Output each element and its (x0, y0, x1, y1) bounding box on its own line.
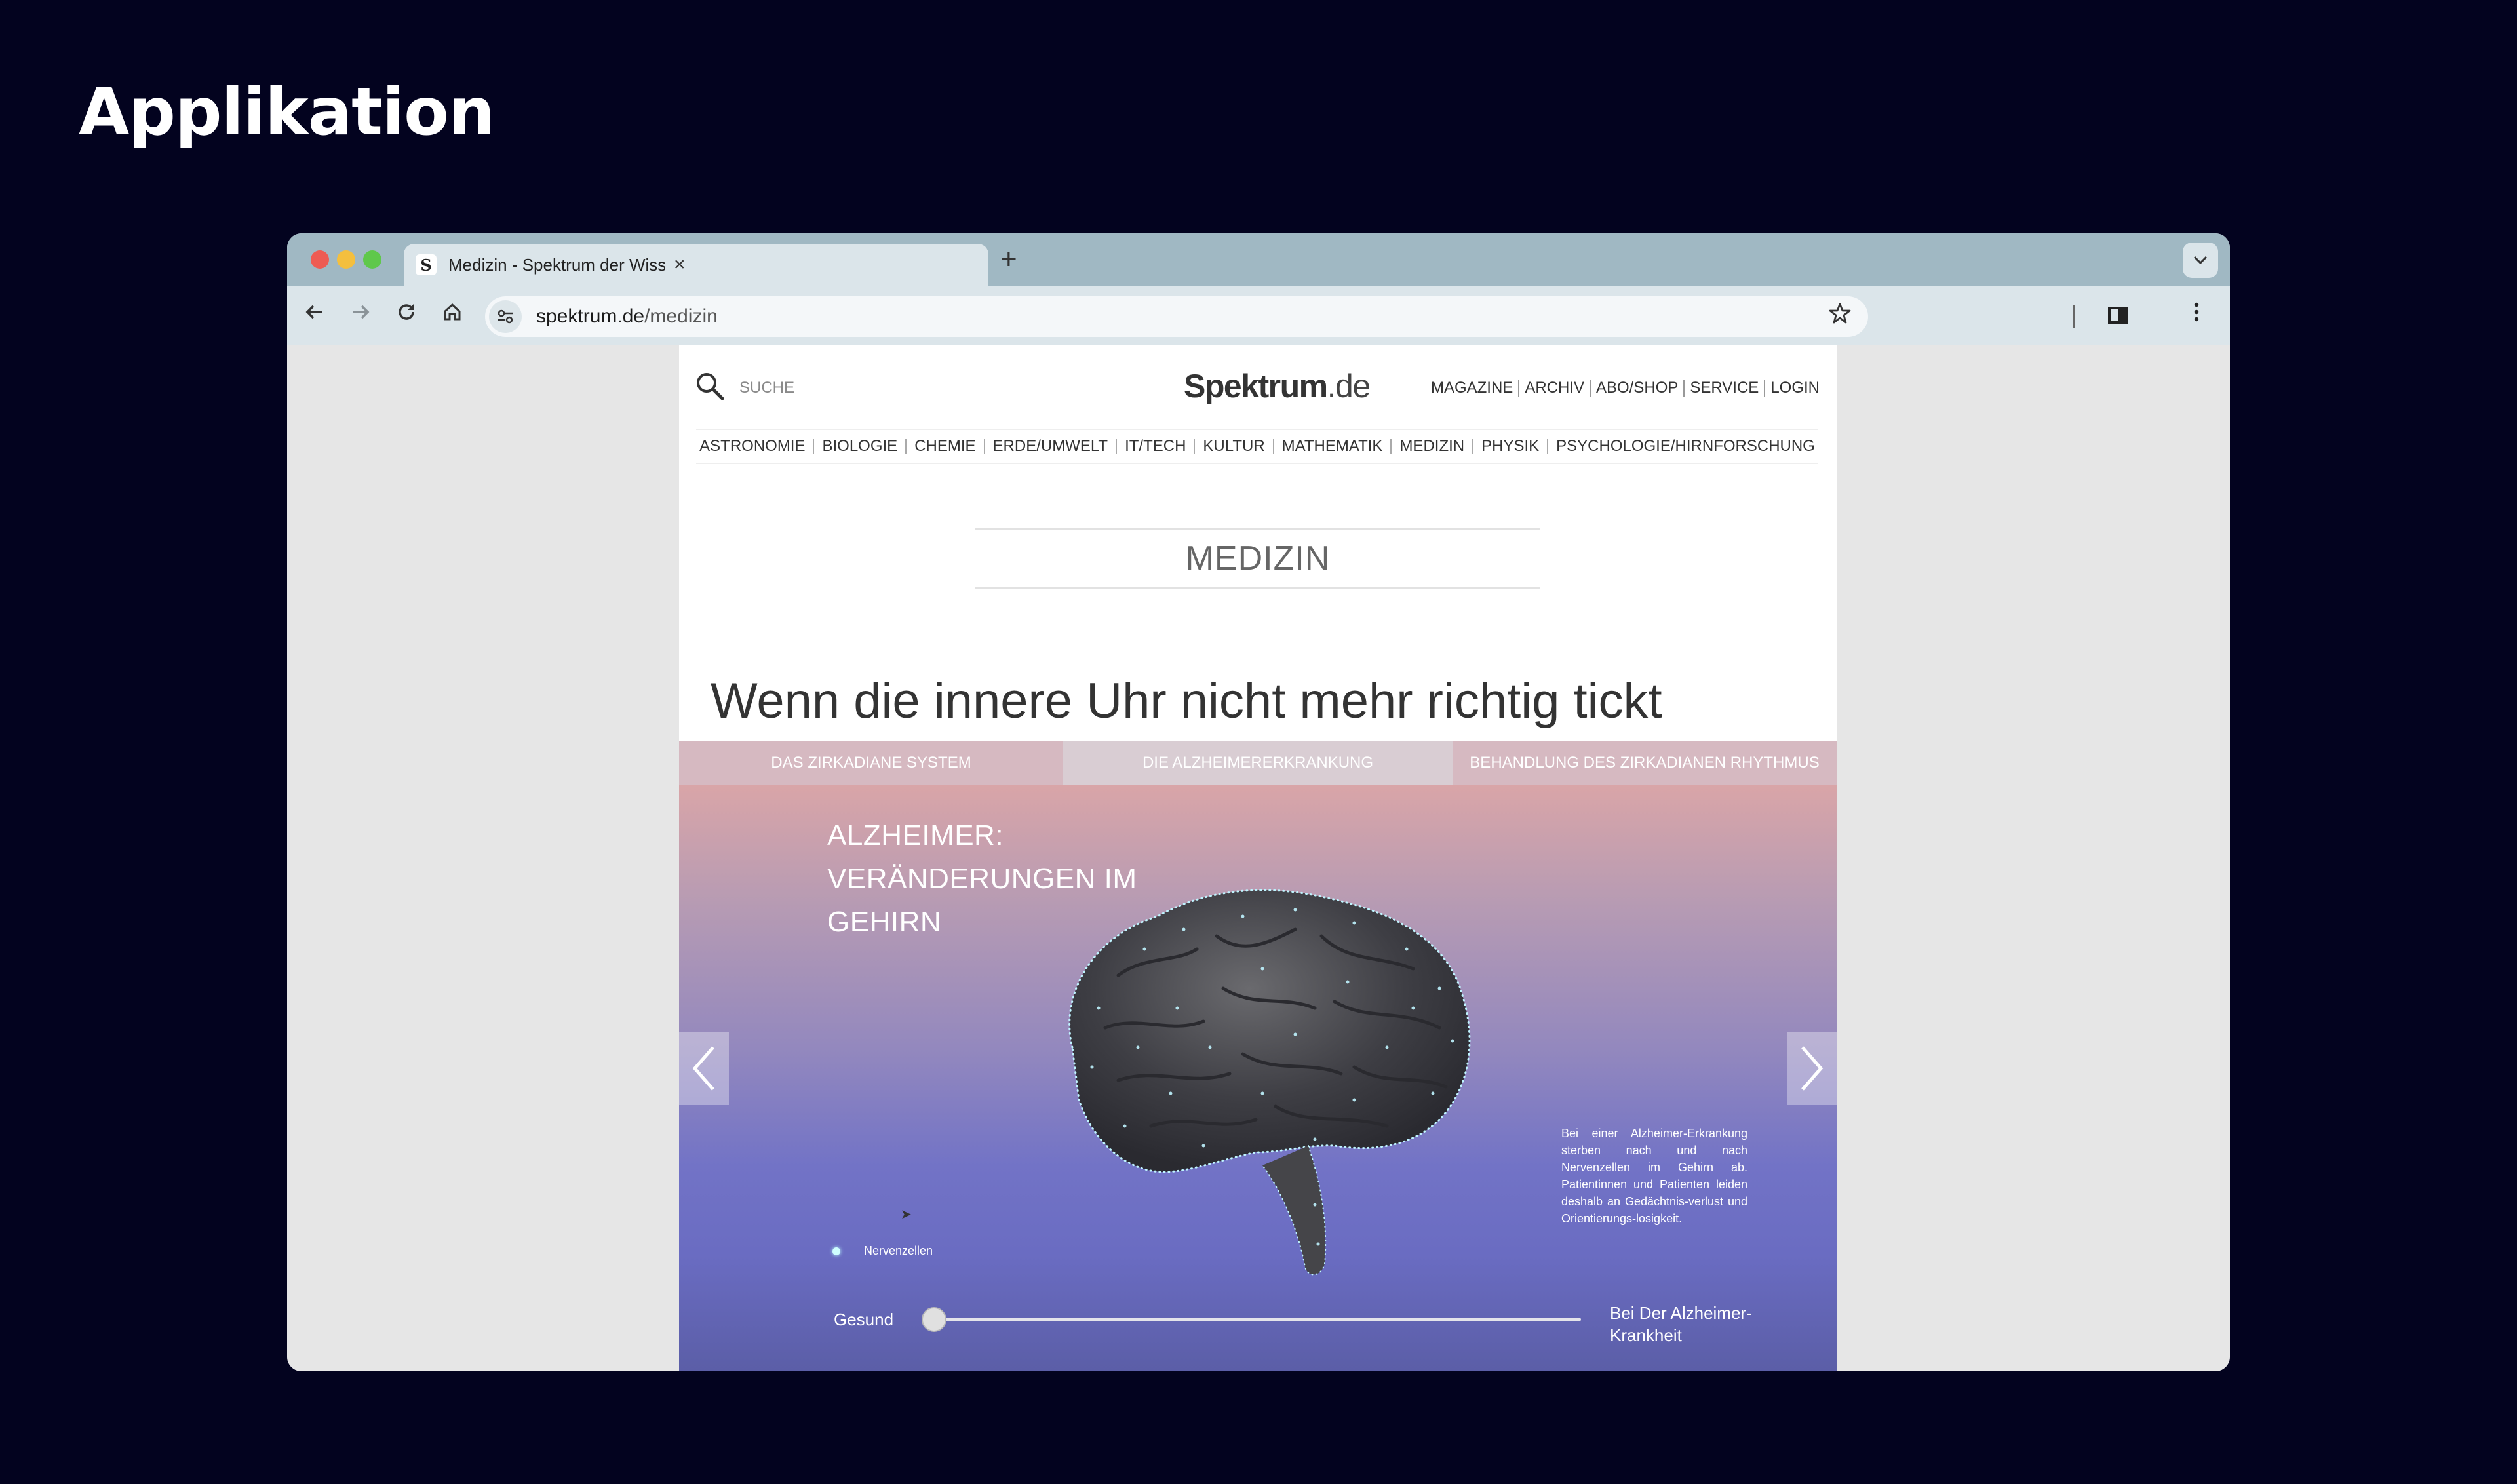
search-input[interactable]: SUCHE (739, 379, 794, 397)
tab-close-button[interactable]: × (674, 254, 686, 276)
slider-handle[interactable] (922, 1307, 946, 1332)
browser-viewport: SUCHE Spektrum.de MAGAZINE ARCHIV ABO/SH… (287, 345, 2230, 1371)
back-button[interactable] (304, 300, 325, 329)
category-kultur[interactable]: KULTUR (1203, 437, 1264, 456)
category-separator (905, 439, 907, 454)
nav-separator (1764, 380, 1766, 397)
neuron-dot-icon (832, 1247, 840, 1255)
disease-progress-slider[interactable] (927, 1318, 1581, 1321)
next-slide-button[interactable] (1787, 1032, 1837, 1105)
category-it-tech[interactable]: IT/TECH (1125, 437, 1186, 456)
category-separator (1472, 439, 1474, 454)
brain-3d-model[interactable] (1046, 877, 1492, 1283)
close-window-button[interactable] (311, 250, 329, 269)
nav-separator (1683, 380, 1685, 397)
category-separator (1194, 439, 1196, 454)
url-path: /medizin (644, 305, 718, 327)
site-info-button[interactable] (489, 300, 522, 333)
browser-menu-button[interactable] (2193, 300, 2200, 329)
top-nav: MAGAZINE ARCHIV ABO/SHOP SERVICE LOGIN (1431, 379, 1820, 397)
site-info-icon (498, 309, 513, 324)
tab-alzheimererkrankung[interactable]: DIE ALZHEIMERERKRANKUNG (1063, 741, 1453, 785)
home-icon (444, 303, 461, 321)
tab-bar: S Medizin - Spektrum der Wiss × + (287, 233, 2230, 286)
category-separator (983, 439, 985, 454)
legend-label: Nervenzellen (864, 1244, 933, 1257)
tab-zirkadiane-system[interactable]: DAS ZIRKADIANE SYSTEM (679, 741, 1063, 785)
side-panel-icon[interactable] (2108, 307, 2128, 324)
category-separator (1272, 439, 1274, 454)
category-astronomie[interactable]: ASTRONOMIE (699, 437, 805, 456)
tab-title: Medizin - Spektrum der Wiss (448, 254, 665, 275)
logo-main: Spektrum (1184, 368, 1328, 404)
reload-button[interactable] (396, 300, 417, 329)
viz-description: Bei einer Alzheimer-Erkrankung sterben n… (1561, 1127, 1747, 1225)
web-page: SUCHE Spektrum.de MAGAZINE ARCHIV ABO/SH… (679, 345, 1837, 1371)
nav-separator (1518, 380, 1520, 397)
category-erde-umwelt[interactable]: ERDE/UMWELT (993, 437, 1108, 456)
browser-toolbar: spektrum.de/medizin (287, 286, 2230, 345)
category-separator (813, 439, 815, 454)
address-bar[interactable]: spektrum.de/medizin (485, 296, 1868, 337)
minimize-window-button[interactable] (337, 250, 355, 269)
new-tab-button[interactable]: + (1000, 245, 1017, 274)
bookmark-star-icon (1829, 303, 1851, 324)
legend-nervenzellen: Nervenzellen (832, 1244, 933, 1258)
home-button[interactable] (442, 300, 463, 329)
chevron-down-icon (2193, 256, 2208, 265)
story-tabs: DAS ZIRKADIANE SYSTEM DIE ALZHEIMERERKRA… (679, 741, 1837, 785)
category-mathematik[interactable]: MATHEMATIK (1282, 437, 1383, 456)
category-separator (1390, 439, 1392, 454)
reload-icon (399, 304, 414, 320)
category-separator (1116, 439, 1118, 454)
nav-link-magazine[interactable]: MAGAZINE (1431, 379, 1513, 397)
nav-link-login[interactable]: LOGIN (1770, 379, 1820, 397)
chevron-right-icon (1801, 1046, 1824, 1091)
brain-visualization: ALZHEIMER: VERÄNDERUNGEN IM GEHIRN Bei e… (679, 785, 1837, 1371)
url-host: spektrum.de (536, 305, 645, 327)
site-favicon-icon: S (416, 254, 437, 275)
tab-search-button[interactable] (2183, 243, 2218, 278)
category-nav: ASTRONOMIE BIOLOGIE CHEMIE ERDE/UMWELT I… (696, 429, 1818, 464)
logo-suffix: .de (1327, 368, 1371, 404)
category-medizin[interactable]: MEDIZIN (1399, 437, 1464, 456)
nav-link-service[interactable]: SERVICE (1690, 379, 1759, 397)
toolbar-divider (2073, 305, 2075, 328)
article-headline: Wenn die innere Uhr nicht mehr richtig t… (711, 673, 1662, 729)
site-logo[interactable]: Spektrum.de (1184, 367, 1371, 405)
url-text: spektrum.de/medizin (536, 305, 718, 328)
browser-window: S Medizin - Spektrum der Wiss × + spektr… (287, 233, 2230, 1371)
slider-label-right: Bei Der Alzheimer-Krankheit (1610, 1303, 1752, 1345)
forward-button[interactable] (350, 300, 371, 329)
search-icon[interactable] (695, 371, 725, 401)
tab-behandlung[interactable]: BEHANDLUNG DES ZIRKADIANEN RHYTHMUS (1453, 741, 1837, 785)
maximize-window-button[interactable] (363, 250, 381, 269)
kebab-menu-icon (2194, 302, 2199, 322)
mouse-cursor-icon: ➤ (901, 1207, 912, 1222)
category-psychologie[interactable]: PSYCHOLOGIE/HIRNFORSCHUNG (1556, 437, 1815, 456)
nav-separator (1590, 380, 1591, 397)
slider-label-left: Gesund (834, 1310, 894, 1329)
category-chemie[interactable]: CHEMIE (914, 437, 975, 456)
bookmark-button[interactable] (1829, 302, 1851, 331)
section-title: MEDIZIN (975, 528, 1540, 589)
browser-tab-active[interactable]: S Medizin - Spektrum der Wiss × (404, 244, 988, 286)
slide-title: Applikation (79, 73, 495, 150)
category-physik[interactable]: PHYSIK (1481, 437, 1539, 456)
nav-link-abo-shop[interactable]: ABO/SHOP (1596, 379, 1678, 397)
prev-slide-button[interactable] (679, 1032, 729, 1105)
forward-arrow-icon (353, 305, 370, 319)
chevron-left-icon (692, 1046, 714, 1091)
category-separator (1547, 439, 1549, 454)
back-arrow-icon (305, 305, 322, 319)
nav-link-archiv[interactable]: ARCHIV (1525, 379, 1584, 397)
category-biologie[interactable]: BIOLOGIE (822, 437, 897, 456)
